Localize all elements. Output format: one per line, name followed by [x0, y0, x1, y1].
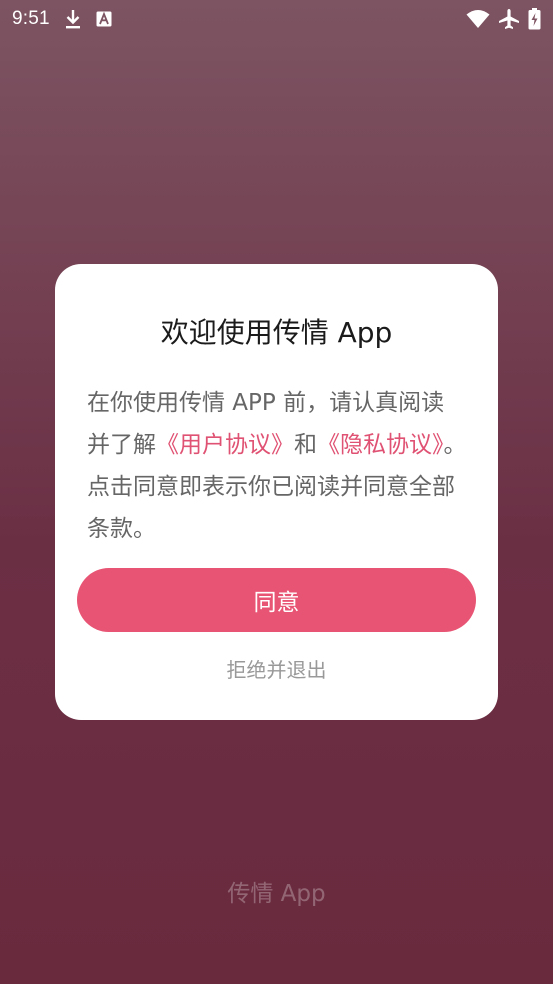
download-icon [64, 9, 82, 29]
dialog-body: 在你使用传情 APP 前，请认真阅读并了解《用户协议》和《隐私协议》。点击同意即… [87, 382, 467, 550]
battery-charging-icon [528, 8, 541, 30]
footer-brand: 传情 App [227, 881, 326, 907]
privacy-consent-dialog: 欢迎使用传情 App 在你使用传情 APP 前，请认真阅读并了解《用户协议》和《… [55, 264, 498, 720]
user-agreement-link[interactable]: 《用户协议》 [156, 432, 294, 458]
status-bar: 9:51 [0, 0, 553, 38]
decline-and-exit-button[interactable]: 拒绝并退出 [55, 654, 498, 683]
a-letter-icon [96, 11, 112, 27]
body-text-and: 和 [294, 432, 317, 458]
status-left: 9:51 [12, 8, 112, 30]
wifi-icon [466, 9, 490, 29]
privacy-agreement-link[interactable]: 《隐私协议》 [317, 432, 444, 458]
airplane-icon [498, 8, 520, 30]
dialog-title: 欢迎使用传情 App [160, 316, 393, 349]
status-time: 9:51 [12, 8, 50, 29]
agree-button[interactable]: 同意 [77, 568, 476, 632]
status-right [466, 8, 541, 30]
